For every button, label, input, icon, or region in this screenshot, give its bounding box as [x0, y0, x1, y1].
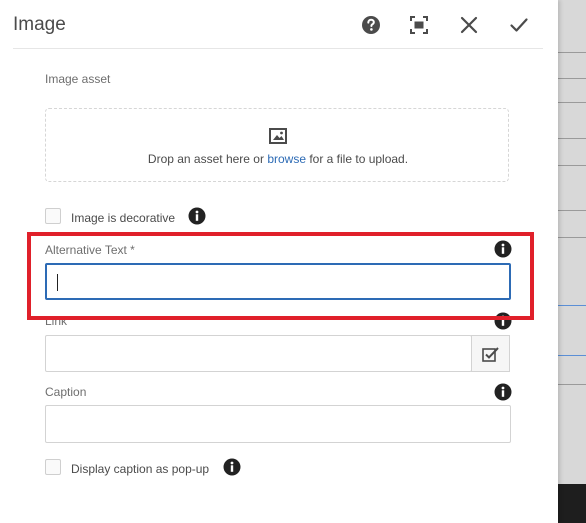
dialog-title: Image: [13, 14, 66, 35]
alt-text-label: Alternative Text *: [45, 243, 135, 257]
header-divider: [13, 48, 543, 49]
close-button[interactable]: [456, 12, 482, 38]
help-icon: [362, 16, 380, 34]
link-input[interactable]: [45, 335, 472, 372]
link-label: Link: [45, 314, 68, 328]
text-caret: [57, 274, 58, 291]
drop-prefix-text: Drop an asset here or: [147, 152, 268, 166]
image-icon: [269, 128, 287, 144]
close-icon: [460, 16, 478, 34]
popup-label: Display caption as pop-up: [71, 462, 210, 476]
drop-suffix-text: for a file to upload.: [306, 152, 409, 166]
decorative-info-icon[interactable]: [188, 207, 206, 225]
select-checkbox-icon: [481, 346, 499, 362]
popup-checkbox[interactable]: [45, 459, 61, 475]
caption-label: Caption: [45, 385, 87, 399]
dialog-header: Image: [0, 0, 558, 50]
asset-dropzone[interactable]: Drop an asset here or browse for a file …: [45, 108, 509, 182]
fullscreen-icon: [410, 16, 428, 34]
background-page-strip: [558, 0, 586, 523]
decorative-label: Image is decorative: [71, 211, 176, 225]
decorative-checkbox[interactable]: [45, 208, 61, 224]
browse-link[interactable]: browse: [267, 152, 306, 166]
image-dialog: Image Image asset Drop an asset here or …: [0, 0, 558, 523]
dropzone-text: Drop an asset here or browse for a file …: [46, 152, 510, 166]
checkmark-icon: [510, 18, 528, 32]
alt-text-info-icon[interactable]: [494, 240, 512, 258]
done-button[interactable]: [506, 12, 532, 38]
popup-info-icon[interactable]: [223, 458, 241, 476]
help-button[interactable]: [358, 12, 384, 38]
image-asset-label: Image asset: [45, 72, 111, 86]
fullscreen-button[interactable]: [406, 12, 432, 38]
caption-input[interactable]: [45, 405, 511, 443]
link-info-icon[interactable]: [494, 312, 512, 330]
link-picker-button[interactable]: [471, 335, 510, 372]
alt-text-input[interactable]: [45, 263, 511, 300]
caption-info-icon[interactable]: [494, 383, 512, 401]
